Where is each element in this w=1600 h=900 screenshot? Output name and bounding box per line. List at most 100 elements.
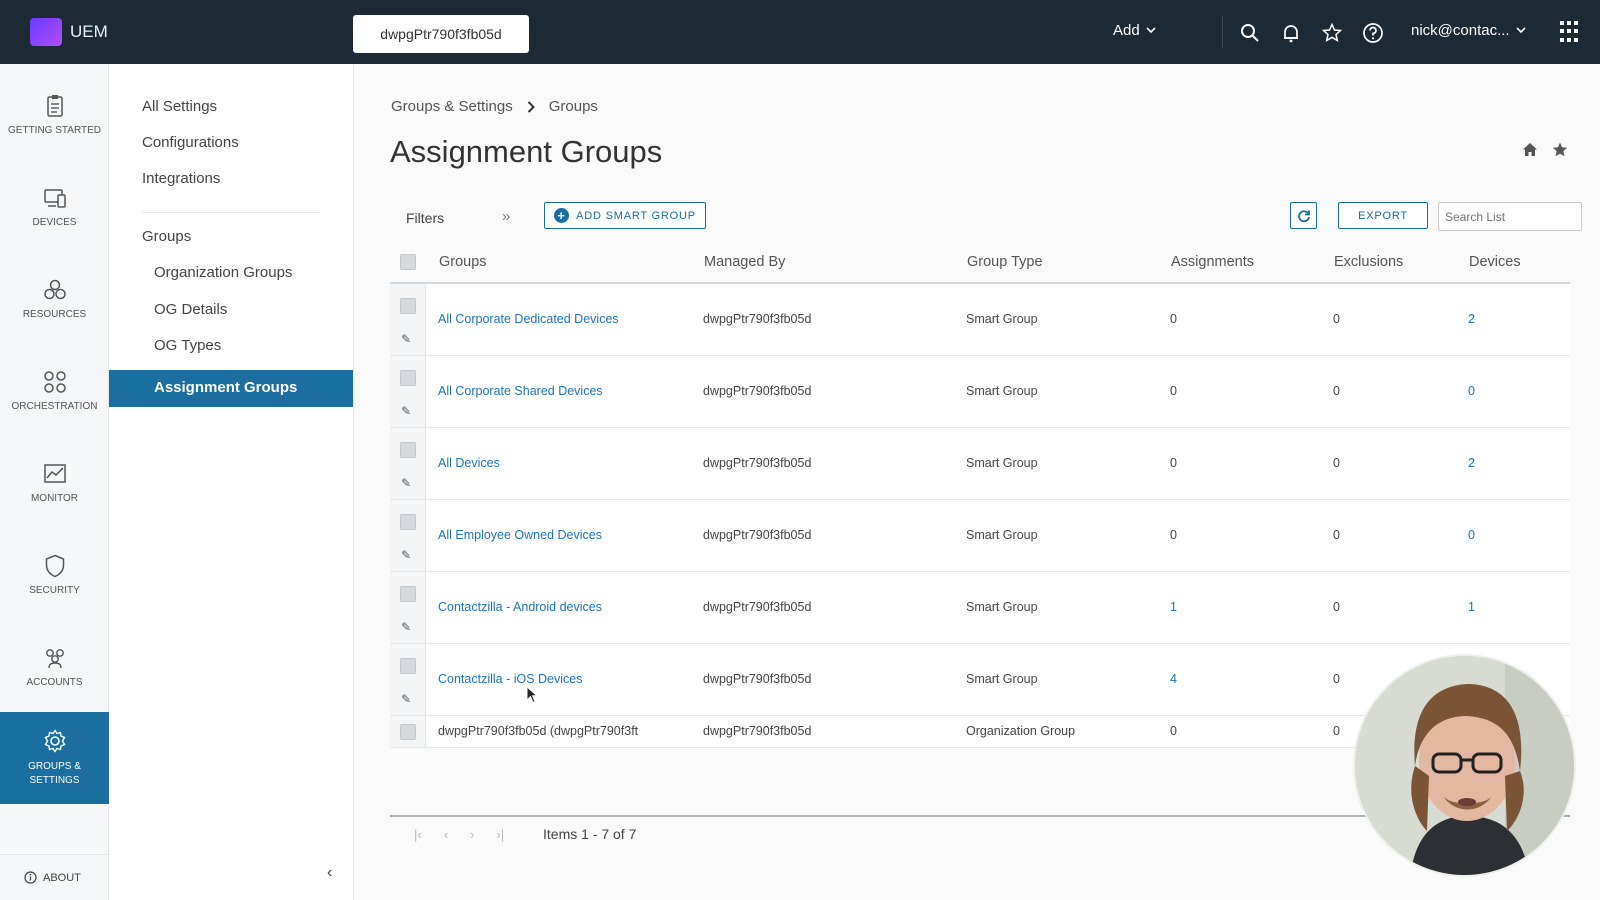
monitor-icon xyxy=(43,463,66,483)
exclusions-cell: 0 xyxy=(1333,312,1340,326)
search-icon[interactable] xyxy=(1239,22,1261,44)
row-checkbox[interactable] xyxy=(400,370,416,386)
gear-icon xyxy=(44,729,65,753)
assignments-cell: 0 xyxy=(1170,528,1177,542)
add-smart-group-label: ADD SMART GROUP xyxy=(576,209,696,222)
row-checkbox[interactable] xyxy=(400,724,416,740)
devices-count-link[interactable]: 2 xyxy=(1468,312,1475,326)
edit-pencil-icon[interactable]: ✎ xyxy=(401,476,411,490)
filters-toggle[interactable]: Filters xyxy=(406,210,444,226)
double-chevron-right-icon[interactable]: » xyxy=(502,208,510,225)
col-assignments[interactable]: Assignments xyxy=(1171,254,1254,270)
managed-by-cell: dwpgPtr790f3fb05d xyxy=(703,528,812,542)
rail-groups-settings[interactable]: GROUPS & SETTINGS xyxy=(0,712,109,804)
collapse-nav-chevron-icon[interactable]: ‹ xyxy=(327,864,332,882)
home-icon[interactable] xyxy=(1522,142,1538,157)
assignments-count-link[interactable]: 1 xyxy=(1170,600,1177,614)
devices-count-link[interactable]: 0 xyxy=(1468,528,1475,542)
subnav-og-details[interactable]: OG Details xyxy=(154,301,227,318)
chevron-down-icon xyxy=(1516,27,1526,34)
subnav-organization-groups[interactable]: Organization Groups xyxy=(154,264,292,281)
edit-pencil-icon[interactable]: ✎ xyxy=(401,548,411,562)
devices-count-link[interactable]: 0 xyxy=(1468,384,1475,398)
select-all-checkbox[interactable] xyxy=(400,254,416,270)
uem-logo[interactable] xyxy=(30,18,62,46)
row-actions: ✎ xyxy=(390,644,426,715)
exclusions-cell: 0 xyxy=(1333,384,1340,398)
toolbar-divider xyxy=(1222,16,1223,48)
assignments-cell: 0 xyxy=(1170,456,1177,470)
refresh-button[interactable] xyxy=(1290,202,1317,229)
table-row: ✎ Contactzilla - Android devices dwpgPtr… xyxy=(390,572,1570,644)
rail-orchestration[interactable]: ORCHESTRATION xyxy=(0,344,109,436)
subnav-groups[interactable]: Groups xyxy=(142,228,191,245)
assignments-count-link[interactable]: 4 xyxy=(1170,672,1177,686)
rail-security[interactable]: SECURITY xyxy=(0,528,109,620)
exclusions-cell: 0 xyxy=(1333,528,1340,542)
list-toolbar: Filters » + ADD SMART GROUP EXPORT xyxy=(390,198,1582,238)
devices-count-link[interactable]: 1 xyxy=(1468,600,1475,614)
prev-page-icon[interactable]: ‹ xyxy=(444,827,448,842)
group-name-link[interactable]: All Corporate Shared Devices xyxy=(438,384,603,398)
first-page-icon[interactable]: |‹ xyxy=(414,827,422,842)
group-type-cell: Smart Group xyxy=(966,456,1038,470)
star-icon[interactable] xyxy=(1321,22,1343,44)
col-group-type[interactable]: Group Type xyxy=(967,254,1043,270)
col-groups[interactable]: Groups xyxy=(439,254,487,270)
group-name-link[interactable]: All Devices xyxy=(438,456,500,470)
row-checkbox[interactable] xyxy=(400,514,416,530)
rail-monitor[interactable]: MONITOR xyxy=(0,436,109,528)
group-name-link[interactable]: Contactzilla - iOS Devices xyxy=(438,672,583,686)
subnav-integrations[interactable]: Integrations xyxy=(142,170,220,187)
devices-count-link[interactable]: 2 xyxy=(1468,456,1475,470)
subnav-assignment-groups[interactable]: Assignment Groups xyxy=(109,370,353,407)
last-page-icon[interactable]: ›| xyxy=(496,827,504,842)
col-managed-by[interactable]: Managed By xyxy=(704,254,785,270)
subnav-og-types[interactable]: OG Types xyxy=(154,337,221,354)
col-exclusions[interactable]: Exclusions xyxy=(1334,254,1403,270)
row-checkbox[interactable] xyxy=(400,658,416,674)
edit-pencil-icon[interactable]: ✎ xyxy=(401,620,411,634)
group-name-link[interactable]: Contactzilla - Android devices xyxy=(438,600,602,614)
orchestration-icon xyxy=(43,370,66,393)
subnav-assignment-groups-label: Assignment Groups xyxy=(154,379,298,396)
user-name: nick@contac... xyxy=(1411,22,1510,39)
bell-icon[interactable] xyxy=(1280,22,1302,44)
rail-label: SECURITY xyxy=(29,584,80,596)
group-name-link[interactable]: All Corporate Dedicated Devices xyxy=(438,312,619,326)
next-page-icon[interactable]: › xyxy=(470,827,474,842)
edit-pencil-icon[interactable]: ✎ xyxy=(401,692,411,706)
rail-label: MONITOR xyxy=(30,492,79,504)
subnav-configurations[interactable]: Configurations xyxy=(142,134,239,151)
col-devices[interactable]: Devices xyxy=(1469,254,1521,270)
help-icon[interactable] xyxy=(1362,22,1384,44)
app-launcher-icon[interactable] xyxy=(1560,21,1582,43)
favorite-star-icon[interactable] xyxy=(1552,142,1568,157)
export-button[interactable]: EXPORT xyxy=(1338,202,1428,229)
search-list-input[interactable] xyxy=(1438,202,1582,231)
rail-accounts[interactable]: ACCOUNTS xyxy=(0,620,109,712)
add-menu-button[interactable]: Add xyxy=(1113,22,1156,39)
row-checkbox[interactable] xyxy=(400,442,416,458)
user-menu[interactable]: nick@contac... xyxy=(1411,22,1526,39)
group-name-link[interactable]: All Employee Owned Devices xyxy=(438,528,602,542)
add-smart-group-button[interactable]: + ADD SMART GROUP xyxy=(544,202,706,229)
resources-icon xyxy=(43,279,66,299)
row-checkbox[interactable] xyxy=(400,298,416,314)
rail-getting-started[interactable]: GETTING STARTED xyxy=(0,68,109,160)
breadcrumb-groups[interactable]: Groups xyxy=(549,98,598,115)
about-link[interactable]: ABOUT xyxy=(0,854,109,900)
edit-pencil-icon[interactable]: ✎ xyxy=(401,332,411,346)
row-actions: ✎ xyxy=(390,284,426,355)
rail-devices[interactable]: DEVICES xyxy=(0,160,109,252)
rail-resources[interactable]: RESOURCES xyxy=(0,252,109,344)
plus-circle-icon: + xyxy=(554,208,570,223)
edit-pencil-icon[interactable]: ✎ xyxy=(401,404,411,418)
table-row: ✎ All Devices dwpgPtr790f3fb05d Smart Gr… xyxy=(390,428,1570,500)
chevron-down-icon xyxy=(1146,27,1156,34)
title-actions xyxy=(1522,142,1568,157)
organization-group-selector[interactable]: dwpgPtr790f3fb05d xyxy=(353,15,529,53)
subnav-all-settings[interactable]: All Settings xyxy=(142,98,217,115)
breadcrumb-groups-settings[interactable]: Groups & Settings xyxy=(391,98,513,115)
row-checkbox[interactable] xyxy=(400,586,416,602)
